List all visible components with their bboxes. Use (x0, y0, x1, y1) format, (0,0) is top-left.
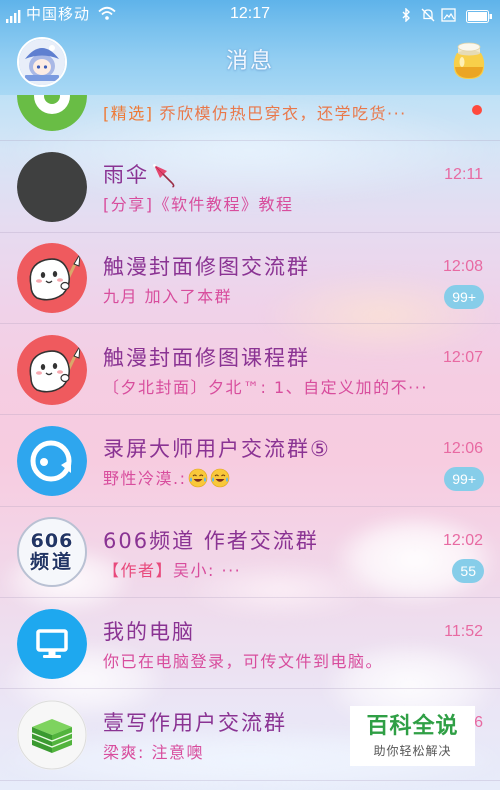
message-time: 12:07 (442, 349, 483, 366)
message-preview: [精选] 乔欣模仿热巴穿衣，还学吃货··· (103, 103, 407, 125)
avatar-text: 606 (30, 530, 74, 553)
message-time: 6 (474, 714, 483, 732)
computer-avatar (17, 608, 87, 679)
contact-name: 我的电脑 (103, 620, 195, 644)
unread-count-badge: 99+ (444, 284, 484, 309)
screenshot-icon (441, 7, 456, 26)
conversation-row[interactable]: 触漫封面修图交流群 12:08 九月 加入了本群 99+ (0, 233, 500, 324)
message-preview: 九月 加入了本群 (103, 286, 233, 306)
profile-avatar[interactable] (17, 37, 67, 87)
message-time: 12:02 (442, 531, 483, 549)
wifi-icon (98, 6, 116, 25)
group-name: 触漫封面修图课程群 (103, 346, 310, 370)
dark-gray-avatar (17, 151, 87, 222)
conversation-row[interactable]: 雨伞 12:11 [分享]《软件教程》教程 (0, 141, 500, 233)
cartoon-painter-avatar (17, 334, 87, 405)
carrier-name: 中国移动 (26, 5, 91, 23)
signal-icon (6, 8, 22, 27)
message-preview: 你已在电脑登录，可传文件到电脑。 (103, 652, 384, 671)
conversation-row[interactable]: 606 频道 606频道 作者交流群 12:02 【作者】吴小: ··· 55 (0, 507, 500, 598)
top-bar: 中国移动 12:17 消息 (0, 0, 500, 95)
watermark-title: 百科全说 (366, 714, 459, 739)
page-title: 消息 (225, 49, 274, 74)
group-name: 606频道 作者交流群 (103, 528, 319, 553)
unread-count-badge: 55 (452, 558, 484, 583)
message-preview: 【作者】吴小: ··· (103, 560, 241, 582)
bluetooth-icon (401, 7, 411, 26)
avatar-text: 频道 (29, 551, 74, 574)
message-preview: 野性冷漠.: (103, 468, 230, 490)
clock: 12:17 (229, 5, 271, 22)
conversation-row[interactable]: 触漫封面修图课程群 12:07 〔夕北封面〕夕北™: 1、自定义加的不··· (0, 324, 500, 416)
green-books-avatar (17, 699, 87, 770)
watermark: 百科全说 助你轻松解决 (350, 706, 475, 766)
mute-bell-icon (421, 7, 435, 26)
unread-dot (472, 105, 482, 115)
message-preview: [分享]《软件教程》教程 (103, 195, 294, 215)
message-preview: 〔夕北封面〕夕北™: 1、自定义加的不··· (103, 378, 428, 397)
channel-606-avatar: 606 频道 (17, 517, 87, 588)
qq-messages-screen: [精选] 乔欣模仿热巴穿衣，还学吃货··· 雨伞 12:11 [分享]《软件教程》… (0, 0, 500, 790)
honey-jar-icon[interactable] (451, 41, 487, 85)
preview-text: 乔欣模仿热巴穿衣，还学吃货··· (159, 104, 407, 123)
battery-icon (466, 8, 493, 27)
tears-of-joy-emoji (211, 469, 230, 488)
unread-count-badge: 99+ (444, 467, 484, 492)
message-preview: 梁爽: 注意噢 (103, 743, 204, 763)
contact-name: 雨伞 (103, 162, 177, 189)
message-time: 12:08 (442, 257, 483, 275)
conversation-list[interactable]: [精选] 乔欣模仿热巴穿衣，还学吃货··· 雨伞 12:11 [分享]《软件教程》… (0, 0, 500, 790)
tears-of-joy-emoji (189, 469, 208, 488)
preview-text: 吴小: ··· (173, 560, 242, 580)
group-name: 触漫封面修图交流群 (103, 254, 310, 279)
featured-tag: [精选] (103, 104, 154, 123)
cartoon-painter-avatar (17, 243, 87, 314)
conversation-row[interactable]: 录屏大师用户交流群⑤ 12:06 野性冷漠.: 99+ (0, 415, 500, 507)
umbrella-icon (153, 164, 175, 189)
message-time: 12:11 (444, 166, 483, 184)
screen-recorder-avatar (17, 425, 87, 496)
message-time: 11:52 (444, 623, 483, 640)
preview-text: 野性冷漠.: (103, 469, 187, 489)
group-name: 录屏大师用户交流群⑤ (103, 437, 331, 462)
author-tag: 【作者】 (103, 560, 174, 580)
conversation-row[interactable]: 我的电脑 11:52 你已在电脑登录，可传文件到电脑。 (0, 598, 500, 690)
contact-name-text: 雨伞 (103, 163, 149, 188)
message-time: 12:06 (442, 440, 483, 458)
group-name: 壹写作用户交流群 (103, 711, 287, 736)
watermark-subtitle: 助你轻松解决 (373, 744, 452, 758)
